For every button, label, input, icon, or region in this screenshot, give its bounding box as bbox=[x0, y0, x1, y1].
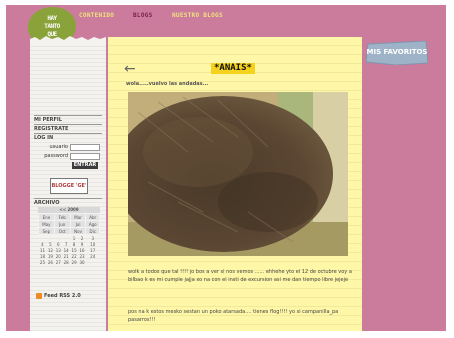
calendar-day[interactable]: 21 bbox=[62, 253, 70, 259]
calendar-month[interactable]: Ene bbox=[38, 213, 55, 221]
archivo-title: ARCHIVO bbox=[34, 200, 60, 206]
calendar-day[interactable]: 26 bbox=[46, 259, 54, 265]
calendar-day[interactable]: 22 bbox=[70, 253, 78, 259]
logo-line-1: HAY bbox=[47, 15, 57, 22]
nav-nuestro-blogs[interactable]: NUESTRO BLOGS bbox=[172, 12, 223, 19]
back-arrow-icon[interactable]: ← bbox=[124, 62, 136, 76]
hedgehog-image bbox=[128, 92, 348, 256]
enter-button[interactable]: ENTRAR bbox=[72, 162, 98, 169]
login-title: LOG IN bbox=[34, 135, 54, 141]
calendar-day[interactable]: 27 bbox=[54, 259, 62, 265]
calendar-month[interactable]: Dic bbox=[85, 227, 100, 235]
calendar-day[interactable]: 28 bbox=[62, 259, 70, 265]
post-photo bbox=[128, 92, 348, 256]
calendar-month[interactable]: Abr bbox=[85, 213, 100, 221]
password-input[interactable] bbox=[70, 153, 100, 160]
page: HAY TANTO QUE CONTENIDO BLOGS NUESTRO BL… bbox=[0, 0, 454, 338]
blogge-badge[interactable]: BLOGGE 'GE' bbox=[50, 178, 88, 194]
calendar-day[interactable]: 14 bbox=[62, 247, 70, 253]
nav-contenido[interactable]: CONTENIDO bbox=[79, 12, 114, 19]
nav-blogs[interactable]: BLOGS bbox=[133, 12, 153, 19]
calendar-month[interactable]: May bbox=[38, 220, 55, 228]
calendar-month[interactable]: Mar bbox=[69, 213, 87, 221]
calendar-week-row: 25 26 27 28 29 30 bbox=[39, 259, 100, 265]
calendar-day[interactable]: 29 bbox=[70, 259, 78, 265]
post-paragraph-2: pos na k estos mesko sestan un poko atar… bbox=[128, 309, 339, 323]
calendar-day[interactable]: 23 bbox=[78, 253, 86, 259]
divider bbox=[34, 115, 102, 116]
rss-link[interactable]: Feed RSS 2.0 bbox=[44, 293, 81, 299]
calendar-month[interactable]: Sep bbox=[38, 227, 55, 235]
calendar-day bbox=[86, 259, 100, 265]
calendar-day[interactable]: 15 bbox=[70, 247, 78, 253]
rss-icon bbox=[36, 293, 42, 299]
sidebar: MI PERFIL REGISTRATE LOG IN usuario pass… bbox=[30, 36, 106, 331]
calendar-month-row: Ene Feb Mar Abr bbox=[38, 213, 100, 221]
password-label: password bbox=[44, 153, 68, 159]
calendar-day[interactable]: 25 bbox=[39, 259, 47, 265]
calendar-days: 1 2 3 4 5 6 7 8 9 10 11 12 13 14 15 16 17 18 19 20 21 22 23 24 2… bbox=[39, 235, 100, 266]
favorites-link[interactable]: MIS FAVORITOS bbox=[366, 48, 428, 56]
calendar-month[interactable]: Oct bbox=[53, 227, 71, 235]
calendar-month[interactable]: Ago bbox=[85, 220, 100, 228]
post-title: *ANAIS* bbox=[211, 63, 255, 74]
calendar-month[interactable]: Nov bbox=[69, 227, 87, 235]
calendar-month-row: Sep Oct Nov Dic bbox=[38, 227, 100, 235]
calendar-day[interactable]: 30 bbox=[78, 259, 86, 265]
calendar-month-row: May Jun Jul Ago bbox=[38, 220, 100, 228]
divider bbox=[34, 198, 102, 199]
archive-calendar: Ene Feb Mar Abr May Jun Jul Ago Sep Oct Nov Dic 123… bbox=[38, 213, 100, 265]
divider bbox=[34, 124, 102, 125]
calendar-months: Ene Feb Mar Abr May Jun Jul Ago Sep Oct Nov Dic bbox=[38, 213, 100, 235]
calendar-month[interactable]: Feb bbox=[53, 213, 71, 221]
post-paragraph-1: wolk a todos que tal !!!! jo bos a ver s… bbox=[128, 269, 352, 283]
post-subtitle: wola.....vuelvo las andadas... bbox=[126, 81, 209, 87]
torn-paper-edge bbox=[30, 36, 106, 43]
logo-line-2: TANTO bbox=[44, 23, 60, 30]
user-input[interactable] bbox=[70, 144, 100, 151]
sidebar-registrate[interactable]: REGISTRATE bbox=[34, 126, 68, 132]
calendar-day[interactable]: 16 bbox=[78, 247, 86, 253]
sidebar-mi-perfil[interactable]: MI PERFIL bbox=[34, 117, 62, 123]
divider bbox=[34, 133, 102, 134]
calendar-month[interactable]: Jul bbox=[69, 220, 87, 228]
user-label: usuario bbox=[49, 144, 68, 150]
blog-frame: HAY TANTO QUE CONTENIDO BLOGS NUESTRO BL… bbox=[6, 5, 446, 331]
calendar-month[interactable]: Jun bbox=[53, 220, 71, 228]
